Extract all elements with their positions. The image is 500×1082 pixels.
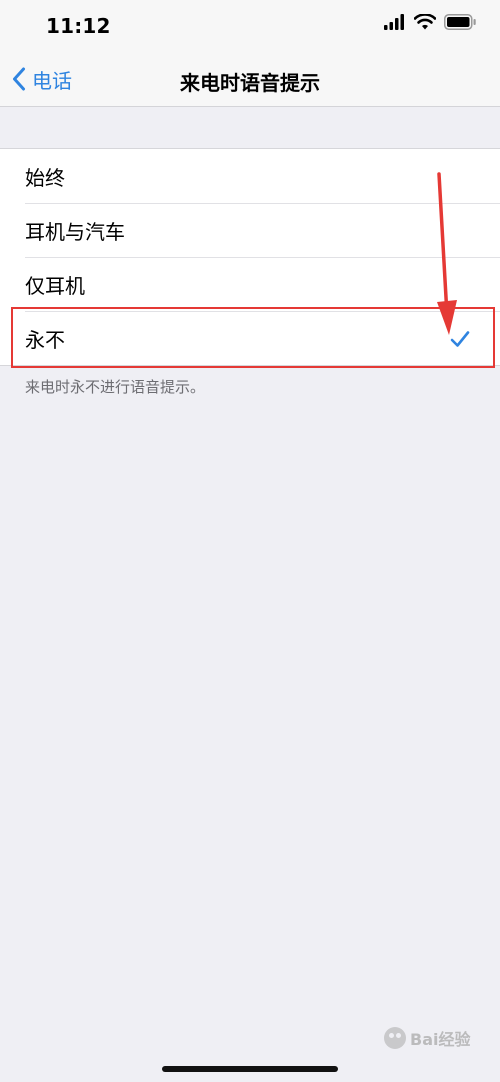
- navigation-bar: 电话 来电时语音提示: [0, 52, 500, 107]
- option-always[interactable]: 始终: [0, 149, 500, 203]
- status-bar: 11:12: [0, 0, 500, 52]
- signal-icon: [384, 14, 404, 30]
- option-label: 始终: [25, 165, 65, 190]
- option-label: 仅耳机: [25, 273, 85, 298]
- option-headphones-only[interactable]: 仅耳机: [0, 257, 500, 311]
- watermark-text: Bai经验: [410, 1030, 471, 1049]
- status-time: 11:12: [46, 14, 111, 38]
- page-title: 来电时语音提示: [180, 71, 320, 95]
- checkmark-icon: [450, 331, 470, 347]
- battery-icon: [444, 14, 476, 30]
- wifi-icon: [414, 14, 436, 30]
- option-never[interactable]: 永不: [0, 311, 500, 365]
- status-icons: [384, 14, 476, 30]
- option-label: 永不: [25, 327, 65, 352]
- watermark-logo-icon: [384, 1027, 406, 1049]
- option-headphones-and-car[interactable]: 耳机与汽车: [0, 203, 500, 257]
- option-list: 始终 耳机与汽车 仅耳机 永不: [0, 148, 500, 366]
- option-label: 耳机与汽车: [25, 219, 125, 244]
- home-indicator[interactable]: [162, 1066, 338, 1072]
- footer-note: 来电时永不进行语音提示。: [25, 378, 206, 396]
- watermark: Bai经验: [384, 1026, 470, 1050]
